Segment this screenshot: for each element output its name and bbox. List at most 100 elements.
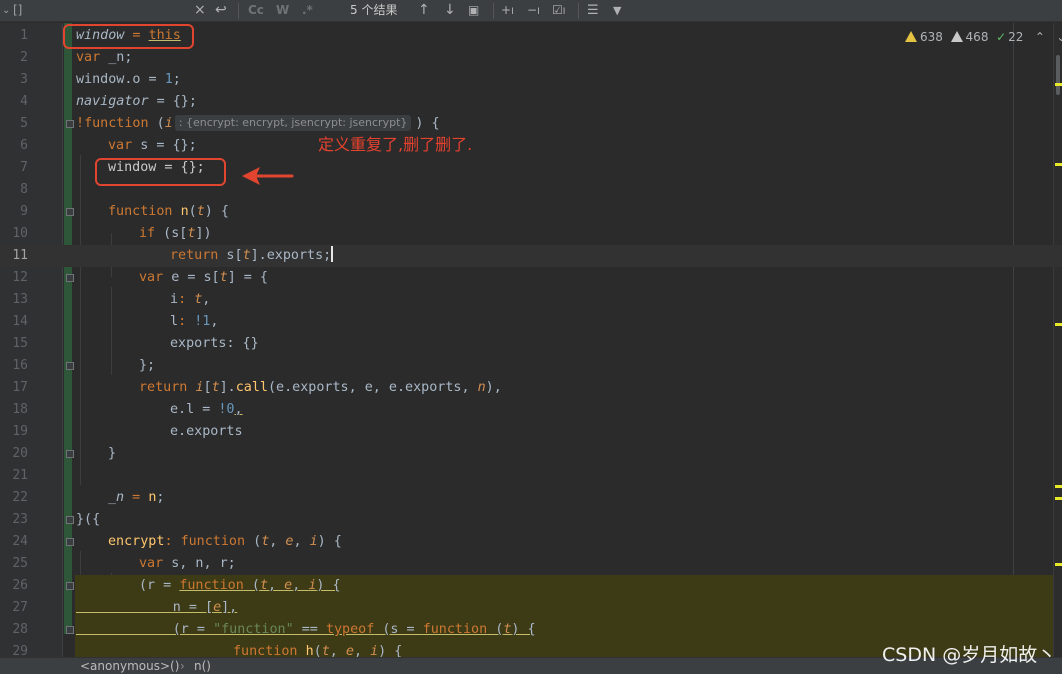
line-number[interactable]: 29 <box>0 641 28 657</box>
highlighted-code-line[interactable]: 27 n = [e], <box>0 597 1062 619</box>
line-number[interactable]: 17 <box>0 377 28 399</box>
next-occurrence-icon[interactable]: ↓ <box>444 0 456 22</box>
fold-marker-icon[interactable] <box>66 516 74 524</box>
code-text: function h(t, e, i) { <box>233 644 403 657</box>
line-number[interactable]: 14 <box>0 311 28 333</box>
code-line[interactable]: 9 function n(t) { <box>0 201 1062 223</box>
code-line[interactable]: 4 navigator = {}; <box>0 91 1062 113</box>
add-occurrence-icon[interactable]: +I <box>501 0 514 22</box>
code-text: }; <box>139 358 156 373</box>
select-all-matches-icon[interactable]: ☑I <box>552 0 565 22</box>
code-line[interactable]: 6 var s = {}; <box>0 135 1062 157</box>
line-number[interactable]: 23 <box>0 509 28 531</box>
brackets-icon[interactable]: [] <box>13 0 22 22</box>
csdn-watermark: CSDN @岁月如故丶 <box>882 644 1057 666</box>
match-case-button[interactable]: Cc <box>248 0 264 22</box>
previous-occurrence-icon[interactable]: ↑ <box>418 0 430 22</box>
line-number[interactable]: 12 <box>0 267 28 289</box>
code-line[interactable]: 25 var s, n, r; <box>0 553 1062 575</box>
code-line[interactable]: 20 } <box>0 443 1062 465</box>
code-line[interactable]: 23 }({ <box>0 509 1062 531</box>
highlighted-code-line[interactable]: 26 (r = function (t, e, i) { <box>0 575 1062 597</box>
line-number[interactable]: 3 <box>0 69 28 91</box>
line-number[interactable]: 13 <box>0 289 28 311</box>
text-caret <box>331 246 334 262</box>
code-text: var s = {}; <box>108 138 197 153</box>
select-all-occurrences-icon[interactable]: ▣ <box>468 0 479 22</box>
filter-search-results-icon[interactable]: ☰ <box>587 0 599 22</box>
line-number[interactable]: 6 <box>0 135 28 157</box>
code-text: exports: {} <box>170 336 259 351</box>
code-line[interactable]: 2 var _n; <box>0 47 1062 69</box>
fold-marker-icon[interactable] <box>66 626 74 634</box>
line-number[interactable]: 4 <box>0 91 28 113</box>
code-line[interactable]: 10 if (s[t]) <box>0 223 1062 245</box>
code-text: e.exports <box>170 424 243 439</box>
line-number[interactable]: 18 <box>0 399 28 421</box>
code-line[interactable]: 17 return i[t].call(e.exports, e, e.expo… <box>0 377 1062 399</box>
regex-button[interactable]: .* <box>302 0 313 22</box>
code-text: e.l = !0, <box>170 402 243 417</box>
fold-marker-icon[interactable] <box>66 538 74 546</box>
clear-search-icon[interactable]: × <box>194 0 206 22</box>
line-number[interactable]: 20 <box>0 443 28 465</box>
code-line[interactable]: 13 i: t, <box>0 289 1062 311</box>
line-number[interactable]: 15 <box>0 333 28 355</box>
fold-marker-icon[interactable] <box>66 208 74 216</box>
line-number[interactable]: 27 <box>0 597 28 619</box>
line-number[interactable]: 11 <box>0 245 28 267</box>
find-toolbar: ⌄ [] × ↩ Cc W .* 5 个结果 ↑ ↓ ▣ +I −I ☑I ☰ … <box>0 0 1062 22</box>
code-line[interactable]: 12 var e = s[t] = { <box>0 267 1062 289</box>
line-number[interactable]: 5 <box>0 113 28 135</box>
current-code-line[interactable]: 11 return s[t].exports; <box>0 245 1062 267</box>
code-line[interactable]: 18 e.l = !0, <box>0 399 1062 421</box>
code-text: var e = s[t] = { <box>139 270 268 285</box>
code-line[interactable]: 16 }; <box>0 355 1062 377</box>
search-result-count: 5 个结果 <box>350 3 398 17</box>
undo-icon[interactable]: ↩ <box>215 0 227 22</box>
breadcrumb-item-n[interactable]: n() <box>194 658 211 674</box>
code-line[interactable]: 21 <box>0 465 1062 487</box>
filter-icon[interactable]: ▼ <box>613 0 621 22</box>
line-number[interactable]: 2 <box>0 47 28 69</box>
code-text: i: t, <box>170 292 211 307</box>
fold-marker-icon[interactable] <box>66 274 74 282</box>
highlighted-code-line[interactable]: 28 (r = "function" == typeof (s = functi… <box>0 619 1062 641</box>
line-number[interactable]: 21 <box>0 465 28 487</box>
code-text: l: !1, <box>170 314 219 329</box>
code-editor[interactable]: 638 468 ✓ 22 ⌃ ⌄ 1 window = this 2 var _n… <box>0 23 1062 657</box>
type-hint: : {encrypt: encrypt, jsencrypt: jsencryp… <box>174 115 412 131</box>
breadcrumb-item-anonymous[interactable]: <anonymous>() <box>80 658 179 674</box>
line-number[interactable]: 19 <box>0 421 28 443</box>
code-line[interactable]: 5 !function (i: {encrypt: encrypt, jsenc… <box>0 113 1062 135</box>
code-line[interactable]: 15 exports: {} <box>0 333 1062 355</box>
line-number[interactable]: 22 <box>0 487 28 509</box>
code-line[interactable]: 14 l: !1, <box>0 311 1062 333</box>
line-number[interactable]: 7 <box>0 157 28 179</box>
line-number[interactable]: 28 <box>0 619 28 641</box>
code-line[interactable]: 3 window.o = 1; <box>0 69 1062 91</box>
code-text: if (s[t]) <box>139 226 212 241</box>
fold-marker-icon[interactable] <box>66 450 74 458</box>
fold-marker-icon[interactable] <box>66 362 74 370</box>
line-number[interactable]: 10 <box>0 223 28 245</box>
line-number[interactable]: 25 <box>0 553 28 575</box>
chevron-down-icon[interactable]: ⌄ <box>2 0 10 22</box>
code-text: }({ <box>76 512 101 527</box>
code-text: } <box>108 446 117 461</box>
code-text: var s, n, r; <box>139 556 236 571</box>
fold-marker-icon[interactable] <box>66 582 74 590</box>
match-words-button[interactable]: W <box>276 0 289 22</box>
remove-occurrence-icon[interactable]: −I <box>527 0 540 22</box>
line-number[interactable]: 16 <box>0 355 28 377</box>
code-line[interactable]: 19 e.exports <box>0 421 1062 443</box>
code-text: (r = "function" == typeof (s = function … <box>172 622 536 637</box>
line-number[interactable]: 1 <box>0 25 28 47</box>
code-line[interactable]: 22 _n = n; <box>0 487 1062 509</box>
line-number[interactable]: 9 <box>0 201 28 223</box>
line-number[interactable]: 8 <box>0 179 28 201</box>
line-number[interactable]: 24 <box>0 531 28 553</box>
line-number[interactable]: 26 <box>0 575 28 597</box>
code-line[interactable]: 24 encrypt: function (t, e, i) { <box>0 531 1062 553</box>
fold-marker-icon[interactable] <box>66 120 74 128</box>
